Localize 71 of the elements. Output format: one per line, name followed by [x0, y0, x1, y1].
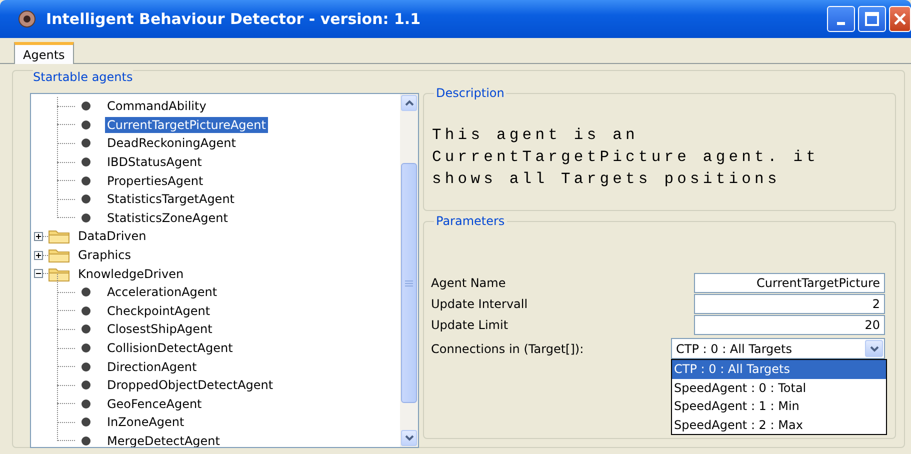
bullet-icon: [81, 362, 91, 372]
bullet-icon: [81, 287, 91, 298]
tree-item[interactable]: AccelerationAgent: [105, 284, 220, 300]
bullet-icon: [81, 157, 91, 168]
bullet-icon: [81, 417, 91, 428]
bullet-icon: [81, 194, 91, 204]
bullet-icon: [81, 212, 91, 223]
chevron-down-icon: [404, 435, 414, 441]
tree-folder[interactable]: DataDriven: [76, 228, 148, 244]
bullet-icon: [81, 138, 91, 148]
tree-item[interactable]: CollisionDetectAgent: [105, 340, 235, 356]
tree-item[interactable]: GeoFenceAgent: [105, 396, 204, 412]
dropdown-option[interactable]: SpeedAgent : 1 : Min: [672, 397, 886, 416]
bullet-icon: [81, 436, 91, 446]
tree-item[interactable]: DroppedObjectDetectAgent: [105, 377, 276, 394]
input-field[interactable]: 2: [694, 294, 885, 314]
bullet-icon: [81, 176, 91, 186]
grip-icon: [405, 280, 413, 286]
close-icon: [894, 13, 906, 25]
tree-item[interactable]: CheckpointAgent: [105, 302, 212, 319]
folder-icon: [48, 266, 70, 282]
folder-icon: [48, 228, 70, 244]
group-title: Startable agents: [33, 70, 133, 84]
tree-item[interactable]: DeadReckoningAgent: [105, 135, 238, 152]
window-title: Intelligent Behaviour Detector - version: 1.1: [46, 10, 422, 28]
bullet-icon: [81, 101, 91, 112]
tree-folder[interactable]: KnowledgeDriven: [76, 266, 186, 282]
bullet-icon: [81, 324, 91, 334]
panel-title: Parameters: [434, 214, 507, 228]
input-field[interactable]: CurrentTargetPicture: [694, 272, 885, 292]
dropdown-option[interactable]: CTP : 0 : All Targets: [672, 360, 886, 378]
expand-icon[interactable]: [34, 232, 43, 241]
bullet-icon: [81, 343, 91, 354]
field-label: Agent Name: [431, 276, 506, 290]
tree-item[interactable]: PropertiesAgent: [105, 172, 206, 189]
close-button[interactable]: [889, 6, 911, 32]
minimize-icon: [837, 22, 845, 24]
maximize-icon: [865, 12, 879, 26]
bullet-icon: [81, 398, 91, 409]
tree-item[interactable]: CurrentTargetPictureAgent: [105, 116, 268, 133]
bullet-icon: [81, 306, 91, 316]
minimize-button[interactable]: [827, 6, 855, 32]
collapse-icon[interactable]: [34, 269, 43, 278]
tree-item[interactable]: StatisticsZoneAgent: [105, 210, 230, 226]
description-text: This agent is an CurrentTargetPicture agent. it shows all Targets positions: [432, 125, 820, 190]
maximize-button[interactable]: [858, 6, 886, 32]
panel-title: Description: [434, 86, 506, 100]
folder-icon: [48, 247, 70, 264]
scrollbar[interactable]: [400, 94, 418, 447]
tree-folder[interactable]: Graphics: [76, 247, 133, 264]
tree-item[interactable]: CommandAbility: [105, 98, 208, 114]
dropdown-option[interactable]: SpeedAgent : 0 : Total: [672, 378, 886, 397]
field-label: Update Intervall: [431, 296, 528, 310]
tree-item[interactable]: MergeDetectAgent: [105, 432, 222, 447]
tree-item[interactable]: InZoneAgent: [105, 414, 186, 430]
app-icon: [16, 9, 38, 29]
tree-item[interactable]: IBDStatusAgent: [105, 154, 204, 170]
bullet-icon: [81, 120, 91, 130]
field-label: Connections in (Target[]):: [431, 342, 584, 356]
dropdown-option[interactable]: SpeedAgent : 2 : Max: [672, 416, 886, 434]
chevron-down-icon: [870, 346, 878, 352]
chevron-up-icon: [404, 100, 414, 106]
scroll-thumb[interactable]: [401, 163, 417, 403]
tree-item[interactable]: StatisticsTargetAgent: [105, 191, 236, 208]
bullet-icon: [81, 380, 91, 390]
tree-item[interactable]: ClosestShipAgent: [105, 321, 214, 338]
tab[interactable]: Agents: [14, 42, 74, 64]
tree-item[interactable]: DirectionAgent: [105, 358, 199, 375]
expand-icon[interactable]: [34, 250, 43, 260]
input-field[interactable]: 20: [694, 314, 885, 334]
field-label: Update Limit: [431, 318, 508, 332]
